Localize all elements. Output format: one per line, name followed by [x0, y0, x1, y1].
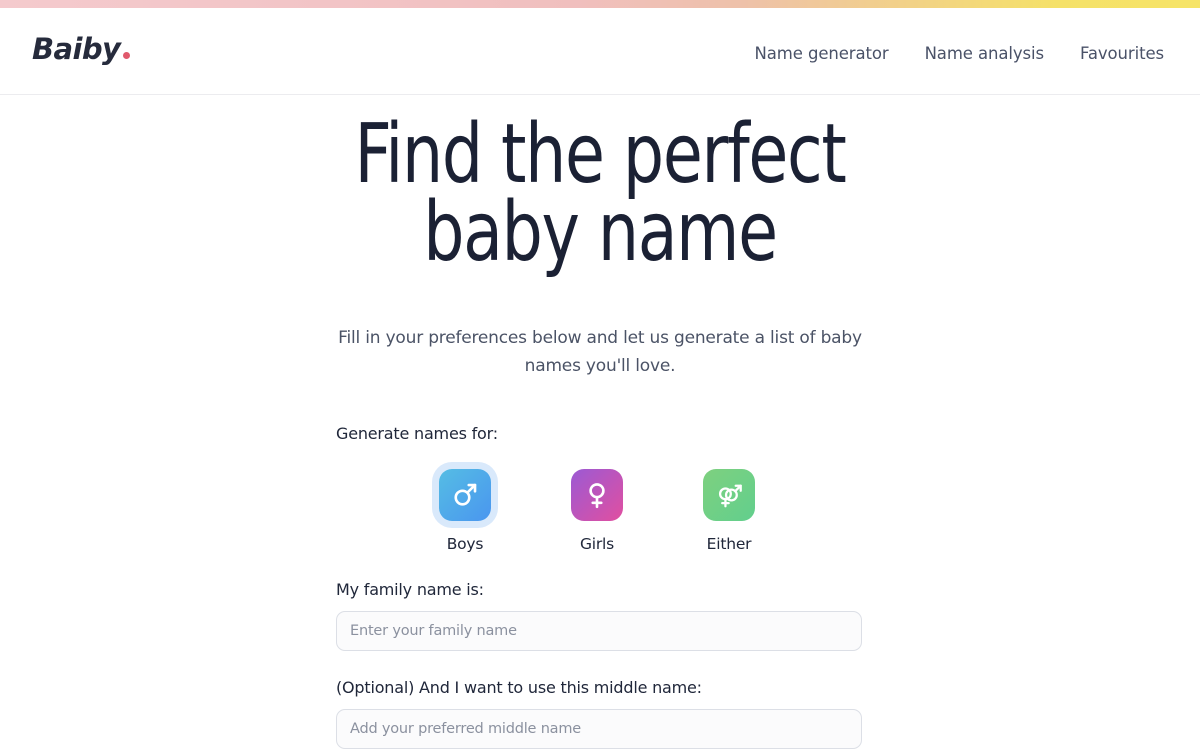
middle-name-field-block: (Optional) And I want to use this middle…: [336, 678, 864, 749]
gender-options-group: Boys Girls Either: [336, 469, 864, 553]
site-header: Baiby Name generator Name analysis Favou…: [0, 8, 1200, 95]
nav-link-name-generator[interactable]: Name generator: [755, 44, 889, 63]
family-name-input[interactable]: [336, 611, 862, 651]
family-name-label: My family name is:: [336, 580, 484, 599]
hero-section: Find the perfect baby name Fill in your …: [0, 96, 1200, 380]
female-symbol-icon: [571, 469, 623, 521]
nav-link-favourites[interactable]: Favourites: [1080, 44, 1164, 63]
both-genders-icon: [703, 469, 755, 521]
gender-option-either-label: Either: [706, 535, 752, 553]
brand-logo[interactable]: Baiby: [32, 32, 131, 66]
brand-dot-icon: [123, 52, 131, 59]
page-title: Find the perfect baby name: [354, 107, 847, 280]
top-gradient-bar: [0, 0, 1200, 8]
middle-name-label: (Optional) And I want to use this middle…: [336, 678, 702, 697]
gender-option-girls[interactable]: Girls: [564, 469, 630, 553]
nav-link-name-analysis[interactable]: Name analysis: [925, 44, 1045, 63]
brand-name: Baiby: [32, 32, 121, 66]
gender-group-label: Generate names for:: [336, 424, 498, 443]
gender-option-boys-label: Boys: [446, 535, 484, 553]
gender-option-girls-label: Girls: [579, 535, 615, 553]
gender-option-either[interactable]: Either: [696, 469, 762, 553]
middle-name-input[interactable]: [336, 709, 862, 749]
name-generator-form: Generate names for: Boys Girls Either My…: [336, 424, 864, 749]
gender-option-boys[interactable]: Boys: [432, 469, 498, 553]
page-subtitle: Fill in your preferences below and let u…: [338, 327, 862, 376]
family-name-field-block: My family name is:: [336, 580, 864, 651]
male-symbol-icon: [439, 469, 491, 521]
main-navigation: Name generator Name analysis Favourites: [755, 44, 1165, 63]
